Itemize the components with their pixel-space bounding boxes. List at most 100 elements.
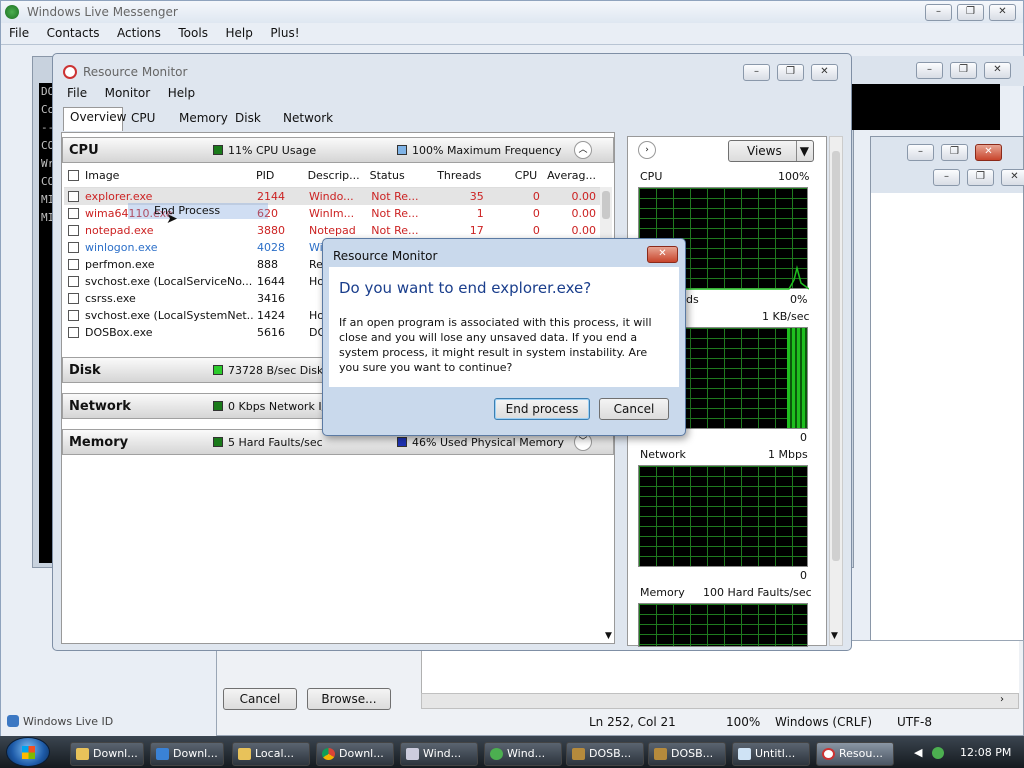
minimize-button[interactable]: – [916, 62, 943, 79]
menu-file[interactable]: File [67, 86, 87, 100]
start-button[interactable] [6, 737, 50, 767]
menu-help[interactable]: Help [225, 26, 252, 40]
close-button[interactable]: ✕ [1001, 169, 1024, 186]
cell-pid: 1644 [257, 274, 286, 288]
horizontal-scrollbar[interactable]: › [421, 693, 1019, 709]
menu-help[interactable]: Help [168, 86, 195, 100]
row-checkbox[interactable] [68, 292, 79, 304]
expand-arrow-icon[interactable]: › [638, 141, 656, 159]
taskbar-item-download[interactable]: Downl... [150, 742, 224, 766]
table-row[interactable]: explorer.exe 2144 Windo... Not Re... 35 0 0.00 [64, 187, 600, 205]
dialog-close-button[interactable]: ✕ [647, 246, 678, 263]
taskbar-item-label: Downl... [93, 747, 138, 760]
col-status[interactable]: Status [366, 165, 428, 187]
col-average[interactable]: Averag... [541, 165, 600, 187]
folder-icon [76, 748, 89, 760]
notepad-icon [738, 748, 751, 760]
row-checkbox[interactable] [68, 275, 79, 287]
col-description[interactable]: Descrip... [304, 165, 366, 187]
memory-graph [638, 603, 808, 647]
table-row[interactable]: notepad.exe 3880 Notepad Not Re... 17 0 0.00 [64, 222, 600, 239]
taskbar-item-resmon[interactable]: Resou... [816, 742, 894, 766]
dosbox-icon [572, 748, 585, 760]
close-button[interactable]: ✕ [984, 62, 1011, 79]
scroll-down-icon[interactable]: ▼ [831, 631, 838, 641]
chevron-up-icon[interactable]: ︿ [574, 141, 592, 159]
col-image[interactable]: Image [85, 169, 119, 182]
col-cpu[interactable]: CPU [485, 165, 541, 187]
network-section-label: Network [69, 399, 131, 414]
tab-memory[interactable]: Memory [179, 111, 228, 125]
maximize-button[interactable]: ❐ [957, 4, 984, 21]
tab-overview[interactable]: Overview [63, 107, 127, 131]
row-checkbox[interactable] [68, 309, 79, 321]
close-button[interactable]: ✕ [989, 4, 1016, 21]
row-checkbox[interactable] [68, 207, 79, 219]
col-pid[interactable]: PID [252, 165, 304, 187]
tab-cpu[interactable]: CPU [131, 111, 155, 125]
row-checkbox[interactable] [68, 190, 79, 202]
status-line-ending: Windows (CRLF) [775, 715, 873, 729]
views-button[interactable]: Views ▼ [728, 140, 814, 162]
notepad-text-area[interactable] [871, 193, 1023, 691]
maximize-button[interactable]: ❐ [967, 169, 994, 186]
dialog-content: Do you want to end explorer.exe? If an o… [329, 267, 679, 387]
cell-pid: 888 [257, 257, 279, 271]
minimize-button[interactable]: – [933, 169, 960, 186]
row-checkbox[interactable] [68, 258, 79, 270]
tab-disk[interactable]: Disk [235, 111, 261, 125]
messenger-menubar: File Contacts Actions Tools Help Plus! [9, 26, 314, 40]
menu-file[interactable]: File [9, 26, 29, 40]
taskbar-item-dosbox-1[interactable]: DOSB... [566, 742, 644, 766]
resmon-tabs: Overview CPU Memory Disk Network [63, 107, 843, 131]
taskbar-item-chrome[interactable]: Downl... [316, 742, 394, 766]
browse-button[interactable]: Browse... [307, 688, 391, 710]
minimize-button[interactable]: – [907, 144, 934, 161]
menu-tools[interactable]: Tools [178, 26, 208, 40]
scroll-right-icon[interactable]: › [1000, 694, 1004, 705]
col-threads[interactable]: Threads [428, 165, 486, 187]
taskbar-item-dosbox-2[interactable]: DOSB... [648, 742, 726, 766]
tab-network[interactable]: Network [283, 111, 333, 125]
taskbar-item-windows[interactable]: Wind... [400, 742, 478, 766]
taskbar-item-downloads[interactable]: Downl... [70, 742, 144, 766]
row-checkbox[interactable] [68, 224, 79, 236]
maximize-button[interactable]: ❐ [941, 144, 968, 161]
cancel-button[interactable]: Cancel [223, 688, 297, 710]
maximize-button[interactable]: ❐ [777, 64, 804, 81]
folder-icon [238, 748, 251, 760]
memory-faults-label: 5 Hard Faults/sec [228, 436, 323, 449]
row-checkbox[interactable] [68, 241, 79, 253]
menu-actions[interactable]: Actions [117, 26, 161, 40]
close-button[interactable]: ✕ [811, 64, 838, 81]
network-tray-icon[interactable] [932, 747, 944, 759]
row-checkbox[interactable] [68, 326, 79, 338]
console-body-right [850, 84, 1000, 130]
select-all-checkbox[interactable] [68, 170, 79, 182]
scroll-down-icon[interactable]: ▼ [605, 631, 612, 641]
messenger-separator [1, 44, 1023, 45]
scroll-thumb[interactable] [602, 191, 610, 219]
menu-monitor[interactable]: Monitor [105, 86, 151, 100]
close-button[interactable]: ✕ [975, 144, 1002, 161]
cell-image: DOSBox.exe [85, 325, 153, 339]
graphs-scrollbar[interactable]: ▼ [829, 136, 843, 646]
image-cell: perfmon.exe [64, 256, 253, 273]
menu-plus[interactable]: Plus! [270, 26, 299, 40]
volume-icon[interactable]: ◀︎ [914, 746, 922, 759]
menu-contacts[interactable]: Contacts [47, 26, 100, 40]
taskbar-item-notepad[interactable]: Untitl... [732, 742, 810, 766]
minimize-button[interactable]: – [925, 4, 952, 21]
maximize-button[interactable]: ❐ [950, 62, 977, 79]
end-process-button[interactable]: End process [494, 398, 590, 420]
minimize-button[interactable]: – [743, 64, 770, 81]
dialog-cancel-button[interactable]: Cancel [599, 398, 669, 420]
taskbar-item-label: DOSB... [589, 747, 632, 760]
cell-image: perfmon.exe [85, 257, 155, 271]
image-cell: DOSBox.exe [64, 324, 253, 341]
taskbar-item-local[interactable]: Local... [232, 742, 310, 766]
taskbar-item-messenger[interactable]: Wind... [484, 742, 562, 766]
cpu-section-header[interactable]: CPU 11% CPU Usage 100% Maximum Frequency… [62, 137, 614, 163]
scroll-thumb[interactable] [832, 151, 840, 561]
clock[interactable]: 12:08 PM [960, 746, 1011, 759]
